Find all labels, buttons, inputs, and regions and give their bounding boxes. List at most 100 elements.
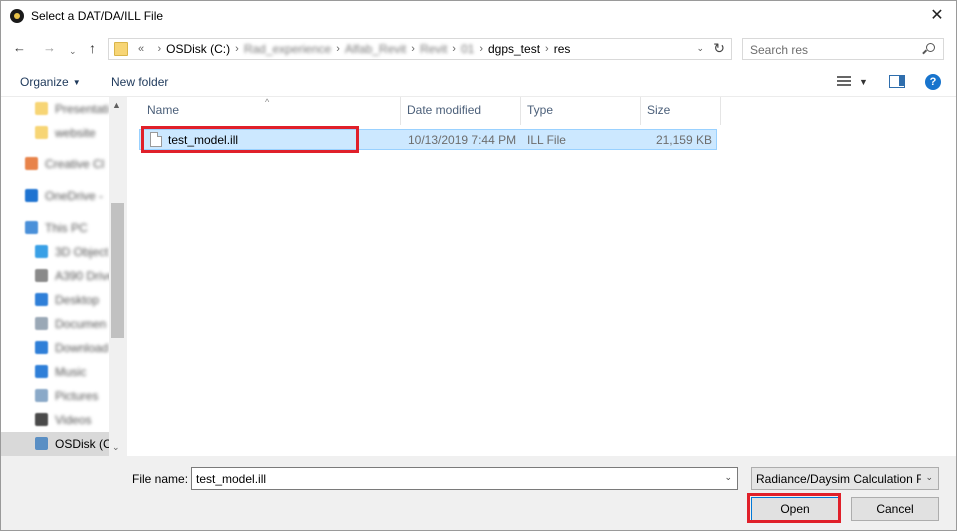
column-header-size[interactable]: Size <box>647 103 670 121</box>
search-box[interactable]: Search res <box>742 38 944 60</box>
file-name-chevron-icon[interactable]: ⌄ <box>724 472 732 483</box>
column-header-type[interactable]: Type <box>527 103 553 121</box>
sidebar-item[interactable]: Documen <box>1 312 109 336</box>
forward-arrow-icon[interactable]: → <box>43 40 56 56</box>
sidebar-item[interactable]: Pictures <box>1 384 109 408</box>
up-arrow-icon[interactable]: ↑ <box>89 40 96 56</box>
downloads-icon <box>35 341 48 354</box>
view-options-icon[interactable] <box>837 76 851 87</box>
highlight-box-open <box>747 493 841 523</box>
folder-icon <box>35 126 48 139</box>
dialog-footer: File name: ⌄ Radiance/Daysim Calculation… <box>1 456 956 530</box>
cancel-button[interactable]: Cancel <box>851 497 939 521</box>
column-divider[interactable] <box>720 97 721 125</box>
breadcrumb-separator-icon[interactable]: › <box>545 42 549 56</box>
file-type-chevron-icon[interactable]: ⌄ <box>925 472 933 483</box>
help-icon[interactable]: ? <box>925 74 941 90</box>
organize-button[interactable]: Organize ▼ <box>20 75 81 89</box>
column-divider[interactable] <box>520 97 521 125</box>
address-bar[interactable]: « › OSDisk (C:) › Rad_experience › Alfab_Revi… <box>108 38 732 60</box>
creative-cloud-icon <box>25 157 38 170</box>
file-type-cell: ILL File <box>527 133 566 147</box>
sidebar-item-label: Music <box>55 365 87 379</box>
sidebar-item[interactable]: Music <box>1 360 109 384</box>
breadcrumb-item[interactable]: Alfab_Revit <box>345 42 406 56</box>
refresh-icon[interactable]: ↻ <box>713 40 725 57</box>
sidebar-item[interactable]: Download <box>1 336 109 360</box>
back-arrow-icon[interactable]: ← <box>13 40 26 56</box>
breadcrumb-separator-icon[interactable]: › <box>336 42 340 56</box>
music-icon <box>35 365 48 378</box>
new-folder-button[interactable]: New folder <box>111 75 168 89</box>
breadcrumb-separator-icon[interactable]: › <box>235 42 239 56</box>
drive-icon <box>35 269 48 282</box>
search-input[interactable]: Search res <box>750 43 808 57</box>
title-bar: Select a DAT/DA/ILL File ✕ <box>1 1 956 32</box>
folder-icon <box>114 42 128 56</box>
search-icon <box>926 43 935 52</box>
breadcrumb-item[interactable]: Revit <box>420 42 447 56</box>
sidebar-item-label: OSDisk (C <box>55 437 112 451</box>
desktop-icon <box>35 293 48 306</box>
breadcrumb-separator-icon[interactable]: › <box>411 42 415 56</box>
breadcrumb-separator-icon[interactable]: › <box>452 42 456 56</box>
sidebar-item[interactable]: This PC <box>1 216 109 240</box>
sidebar-item[interactable]: Videos <box>1 408 109 432</box>
sidebar-item[interactable]: OneDrive - <box>1 184 109 208</box>
breadcrumb-item[interactable]: res <box>554 42 571 56</box>
disk-icon <box>35 437 48 450</box>
breadcrumb-item[interactable]: 01 <box>461 42 474 56</box>
documents-icon <box>35 317 48 330</box>
breadcrumb-separator-icon[interactable]: › <box>157 42 161 56</box>
recent-locations-chevron-icon[interactable]: ⌄ <box>69 43 77 59</box>
sidebar-item-label: Creative Cl <box>45 157 105 171</box>
scroll-down-icon[interactable]: ⌄ <box>112 442 120 453</box>
navigation-scrollbar[interactable]: ▲ ⌄ <box>109 97 126 456</box>
sidebar-item[interactable]: Creative Cl <box>1 152 109 176</box>
sidebar-item-label: 3D Object <box>55 245 109 259</box>
navigation-pane: Presentati website Creative Cl OneDrive - Th… <box>1 97 126 456</box>
sidebar-item-label: A390 Drive <box>55 269 115 283</box>
address-row: ← → ⌄ ↑ « › OSDisk (C:) › Rad_experience › Al… <box>1 32 956 66</box>
file-name-label: File name: <box>132 472 189 486</box>
breadcrumb-item[interactable]: OSDisk (C:) <box>166 42 230 56</box>
view-options-caret-icon[interactable]: ▼ <box>859 77 868 87</box>
organize-caret-icon: ▼ <box>72 78 81 87</box>
sidebar-item[interactable]: Desktop <box>1 288 109 312</box>
file-list: ^ Name Date modified Type Size test_mode… <box>127 97 956 456</box>
sidebar-item[interactable]: OSDisk (C <box>1 432 112 456</box>
file-name-combobox[interactable]: ⌄ <box>191 467 738 490</box>
sidebar-item[interactable]: A390 Drive <box>1 264 114 288</box>
scroll-up-icon[interactable]: ▲ <box>112 100 121 110</box>
file-date-cell: 10/13/2019 7:44 PM <box>408 133 517 147</box>
sidebar-item-label: Download <box>55 341 109 355</box>
toolbar: Organize ▼ New folder ▼ ? <box>1 66 956 97</box>
file-type-value: Radiance/Daysim Calculation F <box>756 472 921 486</box>
sidebar-item[interactable]: website <box>1 121 109 145</box>
sidebar-item[interactable]: Presentati <box>1 97 109 121</box>
file-type-select[interactable]: Radiance/Daysim Calculation F ⌄ <box>751 467 939 490</box>
file-size-cell: 21,159 KB <box>655 133 712 147</box>
breadcrumb-overflow[interactable]: « <box>138 42 144 56</box>
preview-pane-icon[interactable] <box>889 75 905 88</box>
breadcrumb-item[interactable]: Rad_experience <box>244 42 331 56</box>
column-header-name[interactable]: Name <box>147 103 179 121</box>
sidebar-item-label: website <box>55 126 96 140</box>
breadcrumb-separator-icon[interactable]: › <box>479 42 483 56</box>
pictures-icon <box>35 389 48 402</box>
close-icon[interactable]: ✕ <box>926 5 948 27</box>
column-header-date-modified[interactable]: Date modified <box>407 103 481 121</box>
cloud-icon <box>25 189 38 202</box>
file-name-field[interactable] <box>192 468 712 489</box>
sidebar-item-label: This PC <box>45 221 88 235</box>
sidebar-item[interactable]: 3D Object <box>1 240 109 264</box>
highlight-box-file <box>141 126 359 153</box>
column-divider[interactable] <box>640 97 641 125</box>
folder-icon <box>35 102 48 115</box>
sidebar-item-label: Pictures <box>55 389 99 403</box>
3d-objects-icon <box>35 245 48 258</box>
address-dropdown-chevron-icon[interactable]: ⌄ <box>696 43 704 54</box>
scroll-thumb[interactable] <box>111 203 124 338</box>
column-divider[interactable] <box>400 97 401 125</box>
breadcrumb-item[interactable]: dgps_test <box>488 42 540 56</box>
